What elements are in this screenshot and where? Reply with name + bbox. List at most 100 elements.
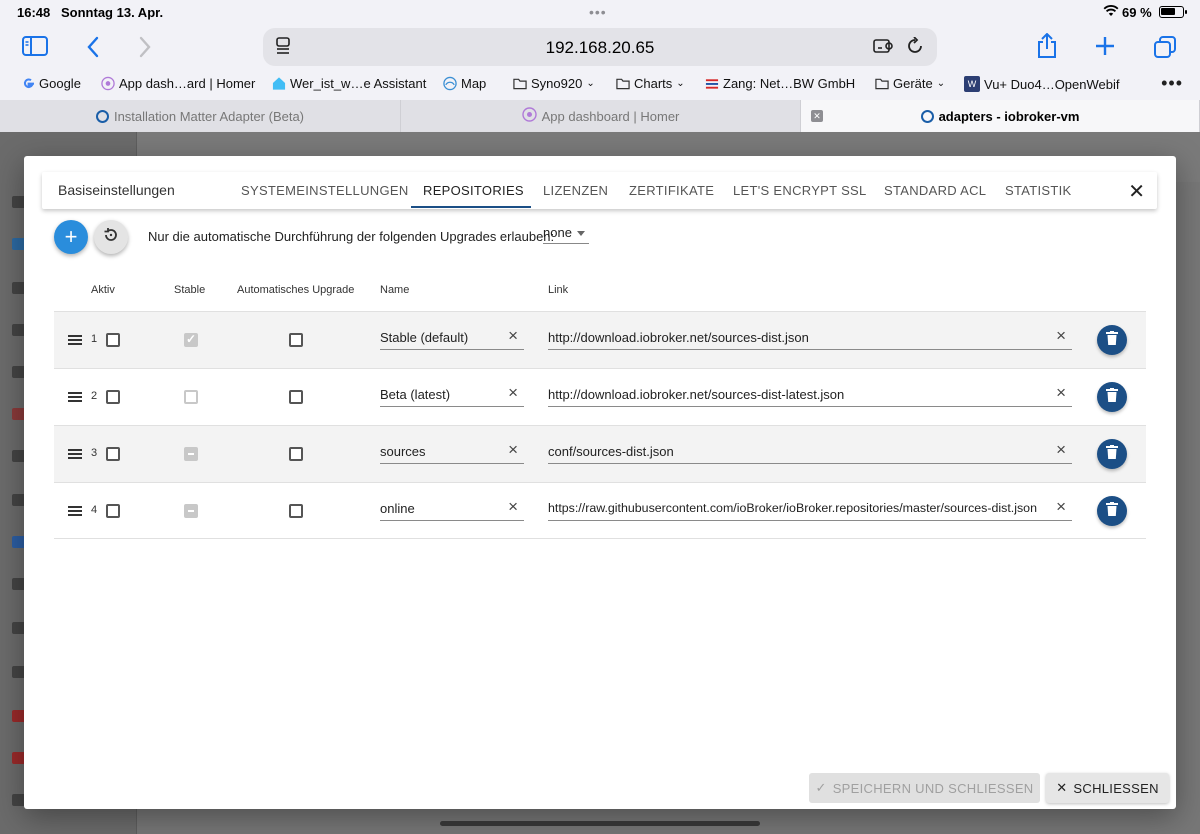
name-input[interactable]: Stable (default) × — [380, 324, 524, 350]
link-input[interactable]: http://download.iobroker.net/sources-dis… — [548, 381, 1072, 407]
reload-icon[interactable] — [906, 36, 924, 60]
homer-icon — [101, 76, 115, 91]
multitask-dots-icon[interactable]: ••• — [589, 4, 607, 20]
tab-lizenzen[interactable]: LIZENZEN — [543, 183, 608, 198]
auto-upgrade-checkbox[interactable] — [289, 504, 303, 518]
stable-checkbox — [184, 447, 198, 461]
new-tab-icon[interactable] — [1094, 35, 1116, 57]
bookmark-home-assistant[interactable]: Wer_ist_w…e Assistant — [272, 76, 426, 91]
bookmark-folder-syno920[interactable]: Syno920 ⌄ — [513, 76, 595, 91]
tab-lets-encrypt[interactable]: LET'S ENCRYPT SSL — [733, 183, 867, 198]
forward-icon[interactable] — [138, 36, 152, 58]
drag-handle-icon[interactable] — [68, 506, 82, 516]
tab-statistik[interactable]: STATISTIK — [1005, 183, 1072, 198]
drag-handle-icon[interactable] — [68, 449, 82, 459]
column-header-name: Name — [380, 284, 410, 296]
active-checkbox[interactable] — [106, 390, 120, 404]
close-button[interactable]: ✕ SCHLIESSEN — [1046, 773, 1169, 803]
name-input[interactable]: Beta (latest) × — [380, 381, 524, 407]
tab-standard-acl[interactable]: STANDARD ACL — [884, 183, 986, 198]
add-repository-button[interactable]: + — [54, 220, 88, 254]
clear-icon[interactable]: × — [1056, 383, 1066, 403]
stable-checkbox — [184, 332, 198, 347]
settings-dialog: Basiseinstellungen SYSTEMEINSTELLUNGEN R… — [24, 156, 1176, 809]
folder-icon — [616, 77, 630, 91]
column-header-aktiv: Aktiv — [91, 284, 115, 296]
tab-systemeinstellungen[interactable]: SYSTEMEINSTELLUNGEN — [241, 183, 409, 198]
status-time: 16:48 — [17, 5, 51, 20]
bookmark-homer[interactable]: App dash…ard | Homer — [101, 76, 255, 91]
address-bar[interactable]: 192.168.20.65 — [263, 28, 937, 66]
tab-overview-icon[interactable] — [1153, 35, 1177, 59]
link-input[interactable]: conf/sources-dist.json × — [548, 438, 1072, 464]
link-input[interactable]: http://download.iobroker.net/sources-dis… — [548, 324, 1072, 350]
share-icon[interactable] — [1036, 33, 1058, 59]
tab-repositories[interactable]: REPOSITORIES — [423, 183, 524, 198]
auto-upgrade-checkbox[interactable] — [289, 390, 303, 404]
bookmark-google[interactable]: Google — [21, 76, 81, 91]
tab-adapters[interactable]: ✕ adapters - iobroker-vm — [801, 100, 1200, 132]
bookmark-folder-charts[interactable]: Charts ⌄ — [616, 76, 685, 91]
delete-button[interactable] — [1097, 325, 1127, 355]
link-input[interactable]: https://raw.githubusercontent.com/ioBrok… — [548, 495, 1072, 521]
table-row: 2 Beta (latest) × http://download.iobrok… — [54, 368, 1146, 425]
column-header-link: Link — [548, 284, 569, 296]
column-header-auto-upgrade: Automatisches Upgrade — [237, 284, 355, 296]
auto-upgrade-checkbox[interactable] — [289, 447, 303, 461]
delete-button[interactable] — [1097, 382, 1127, 412]
sidebar-toggle-icon[interactable] — [22, 36, 48, 56]
restore-defaults-button[interactable] — [94, 220, 128, 254]
url-text[interactable]: 192.168.20.65 — [263, 38, 937, 58]
status-bar: 16:48 Sonntag 13. Apr. ••• 69 % — [0, 0, 1200, 24]
battery-percent: 69 % — [1122, 5, 1152, 20]
dropdown-arrow-icon — [577, 231, 585, 236]
tab-zertifikate[interactable]: ZERTIFIKATE — [629, 183, 714, 198]
row-number: 4 — [91, 504, 98, 516]
extension-icon[interactable] — [873, 37, 895, 60]
drag-handle-icon[interactable] — [68, 335, 82, 345]
bookmark-openwebif[interactable]: W Vu+ Duo4…OpenWebif — [964, 76, 1120, 92]
restore-icon — [103, 227, 119, 248]
clear-icon[interactable]: × — [508, 497, 518, 517]
back-icon[interactable] — [86, 36, 100, 58]
wifi-icon — [1103, 5, 1119, 20]
clear-icon[interactable]: × — [508, 440, 518, 460]
bookmark-folder-geraete[interactable]: Geräte ⌄ — [875, 76, 945, 91]
auto-upgrade-checkbox[interactable] — [289, 333, 303, 347]
clear-icon[interactable]: × — [1056, 326, 1066, 346]
close-icon[interactable]: ✕ — [1128, 179, 1145, 204]
chevron-down-icon: ⌄ — [676, 78, 685, 89]
row-number: 2 — [91, 390, 98, 402]
active-checkbox[interactable] — [106, 447, 120, 461]
name-input[interactable]: sources × — [380, 438, 524, 464]
close-tab-icon[interactable]: ✕ — [811, 110, 823, 122]
tab-homer[interactable]: App dashboard | Homer — [401, 100, 801, 132]
chevron-down-icon: ⌄ — [936, 78, 946, 89]
save-and-close-button[interactable]: ✓ SPEICHERN UND SCHLIESSEN — [809, 773, 1040, 803]
close-icon: ✕ — [1056, 780, 1068, 795]
clear-icon[interactable]: × — [508, 326, 518, 346]
bookmark-netbw[interactable]: Zang: Net…BW GmbH — [705, 76, 855, 91]
clear-icon[interactable]: × — [1056, 440, 1066, 460]
table-row: 4 online × https://raw.githubusercontent… — [54, 482, 1146, 539]
name-input[interactable]: online × — [380, 495, 524, 521]
clear-icon[interactable]: × — [508, 383, 518, 403]
battery-icon — [1159, 6, 1187, 18]
active-checkbox[interactable] — [106, 504, 120, 518]
netbw-icon — [705, 77, 719, 91]
iobroker-icon — [920, 109, 934, 123]
drag-handle-icon[interactable] — [68, 392, 82, 402]
trash-icon — [1106, 501, 1118, 521]
bookmark-map[interactable]: Map — [443, 76, 486, 91]
row-number: 3 — [91, 447, 98, 459]
more-bookmarks-icon[interactable]: ••• — [1161, 73, 1183, 94]
row-number: 1 — [91, 333, 98, 345]
tab-matter-adapter[interactable]: Installation Matter Adapter (Beta) — [0, 100, 401, 132]
active-checkbox[interactable] — [106, 333, 120, 347]
chevron-down-icon: ⌄ — [586, 78, 595, 89]
delete-button[interactable] — [1097, 439, 1127, 469]
delete-button[interactable] — [1097, 496, 1127, 526]
upgrade-policy-select[interactable]: none — [543, 224, 589, 244]
clear-icon[interactable]: × — [1056, 497, 1066, 517]
active-tab-indicator — [411, 206, 531, 208]
